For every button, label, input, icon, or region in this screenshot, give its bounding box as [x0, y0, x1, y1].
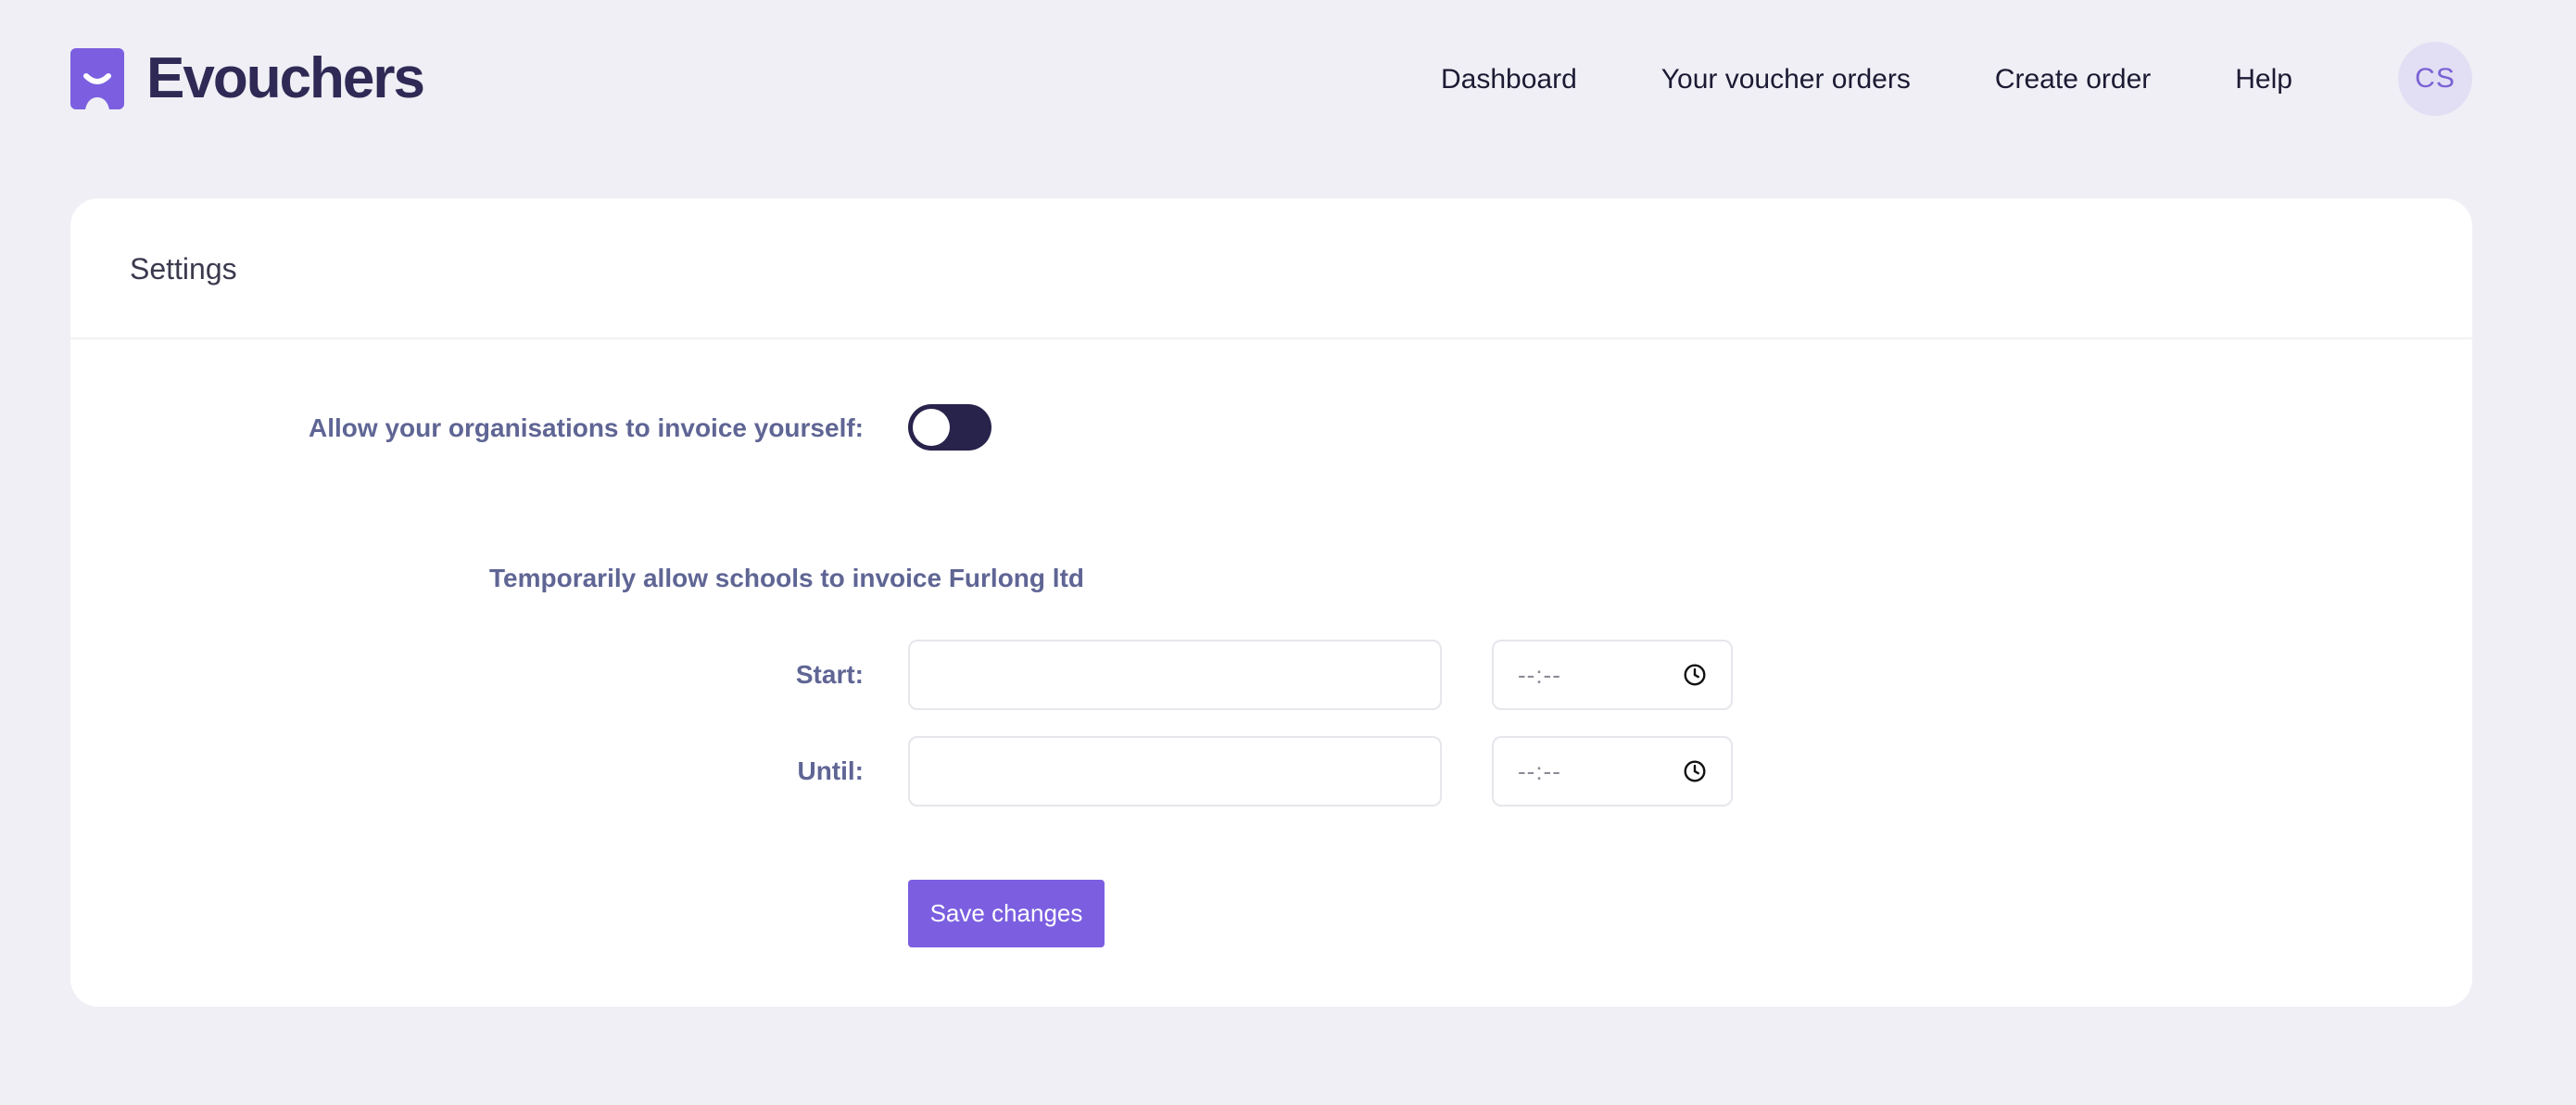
until-time-value: --:-- [1518, 756, 1561, 785]
save-changes-button[interactable]: Save changes [908, 880, 1105, 947]
main-nav: Dashboard Your voucher orders Create ord… [1441, 61, 2292, 98]
start-date-input[interactable] [908, 640, 1442, 710]
until-date-input[interactable] [908, 736, 1442, 807]
nav-help[interactable]: Help [2235, 61, 2292, 98]
until-time-input[interactable]: --:-- [1492, 736, 1733, 807]
nav-voucher-orders[interactable]: Your voucher orders [1661, 61, 1911, 98]
clock-icon[interactable] [1683, 663, 1707, 687]
start-label: Start: [795, 660, 864, 689]
toggle-knob [913, 409, 950, 446]
start-time-value: --:-- [1518, 660, 1561, 689]
top-header: Evouchers Dashboard Your voucher orders … [0, 0, 2576, 158]
nav-create-order[interactable]: Create order [1995, 61, 2151, 98]
nav-dashboard[interactable]: Dashboard [1441, 61, 1577, 98]
page-title: Settings [130, 252, 237, 286]
until-label: Until: [797, 756, 864, 785]
start-time-input[interactable]: --:-- [1492, 640, 1733, 710]
voucher-logo-icon [70, 48, 124, 109]
invoice-self-toggle[interactable] [908, 404, 991, 451]
settings-card-header: Settings [70, 198, 2472, 339]
invoice-toggle-label: Allow your organisations to invoice your… [309, 413, 864, 442]
settings-card: Settings Allow your organisations to inv… [70, 198, 2472, 1007]
user-avatar[interactable]: CS [2398, 42, 2472, 116]
clock-icon[interactable] [1683, 759, 1707, 783]
temporary-invoice-heading: Temporarily allow schools to invoice Fur… [489, 564, 1085, 592]
brand-name: Evouchers [146, 46, 425, 110]
brand-logo[interactable]: Evouchers [70, 46, 425, 110]
